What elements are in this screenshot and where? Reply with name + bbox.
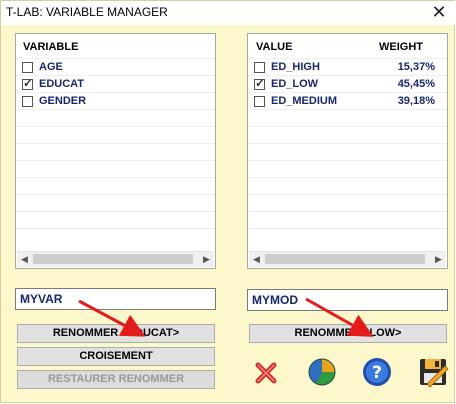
scroll-thumb[interactable] bbox=[265, 254, 425, 264]
variable-item-gender[interactable]: GENDER bbox=[22, 93, 86, 109]
rename-variable-button[interactable]: RENOMMER <EDUCAT> bbox=[17, 324, 215, 343]
variable-name-field[interactable] bbox=[15, 288, 216, 310]
rename-value-button[interactable]: RENOMMER <LOW> bbox=[249, 324, 447, 343]
crossing-button[interactable]: CROISEMENT bbox=[17, 347, 215, 366]
value-label: ED_HIGH bbox=[271, 61, 320, 73]
scroll-right-icon[interactable]: ▶ bbox=[431, 252, 446, 267]
save-icon[interactable] bbox=[417, 356, 449, 388]
title-bar: T-LAB: VARIABLE MANAGER ✕ bbox=[1, 1, 456, 25]
variable-column-header: VARIABLE bbox=[23, 41, 79, 53]
variable-manager-window: T-LAB: VARIABLE MANAGER ✕ VARIABLE AGE E… bbox=[0, 0, 456, 403]
value-list[interactable]: VALUE WEIGHT ED_HIGH 15,37% ED_LOW 45,45… bbox=[247, 33, 448, 269]
scroll-right-icon[interactable]: ▶ bbox=[199, 252, 214, 267]
variable-item-age[interactable]: AGE bbox=[22, 59, 63, 75]
value-name-field[interactable] bbox=[247, 289, 448, 311]
value-item-ed-high[interactable]: ED_HIGH bbox=[254, 59, 320, 75]
scroll-left-icon[interactable]: ◀ bbox=[249, 252, 264, 267]
help-icon[interactable]: ? bbox=[361, 356, 393, 388]
delete-icon[interactable] bbox=[250, 357, 282, 389]
variable-label: GENDER bbox=[39, 95, 87, 107]
value-list-header: VALUE WEIGHT bbox=[248, 34, 447, 54]
restore-rename-button[interactable]: RESTAURER RENOMMER bbox=[17, 370, 215, 389]
value-item-ed-medium[interactable]: ED_MEDIUM bbox=[254, 93, 337, 109]
variable-checkbox-gender[interactable] bbox=[22, 95, 33, 107]
variable-label: AGE bbox=[39, 61, 63, 73]
window-title: T-LAB: VARIABLE MANAGER bbox=[6, 5, 168, 19]
weight-value: 39,18% bbox=[397, 95, 435, 107]
value-item-ed-low[interactable]: ED_LOW bbox=[254, 76, 318, 92]
variable-checkbox-educat[interactable] bbox=[22, 76, 33, 90]
scroll-thumb[interactable] bbox=[33, 254, 193, 264]
weight-value: 15,37% bbox=[397, 61, 435, 73]
variable-list-header: VARIABLE bbox=[16, 34, 215, 54]
value-checkbox-ed-low[interactable] bbox=[254, 76, 265, 90]
value-checkbox-ed-high[interactable] bbox=[254, 61, 265, 73]
value-column-header: VALUE bbox=[256, 41, 293, 53]
svg-text:?: ? bbox=[372, 363, 382, 383]
value-list-scrollbar[interactable]: ◀ ▶ bbox=[249, 251, 446, 267]
close-icon[interactable]: ✕ bbox=[430, 3, 448, 21]
weight-column-header: WEIGHT bbox=[379, 41, 423, 53]
value-label: ED_LOW bbox=[271, 78, 319, 90]
weight-value: 45,45% bbox=[397, 78, 435, 90]
value-label: ED_MEDIUM bbox=[271, 95, 338, 107]
variable-label: EDUCAT bbox=[39, 78, 85, 90]
variable-item-educat[interactable]: EDUCAT bbox=[22, 76, 84, 92]
variable-checkbox-age[interactable] bbox=[22, 61, 33, 73]
variable-list-scrollbar[interactable]: ◀ ▶ bbox=[17, 251, 214, 267]
scroll-left-icon[interactable]: ◀ bbox=[17, 252, 32, 267]
chart-icon[interactable] bbox=[306, 356, 338, 388]
value-checkbox-ed-medium[interactable] bbox=[254, 95, 265, 107]
variable-list[interactable]: VARIABLE AGE EDUCAT GENDER ◀ ▶ bbox=[15, 33, 216, 269]
